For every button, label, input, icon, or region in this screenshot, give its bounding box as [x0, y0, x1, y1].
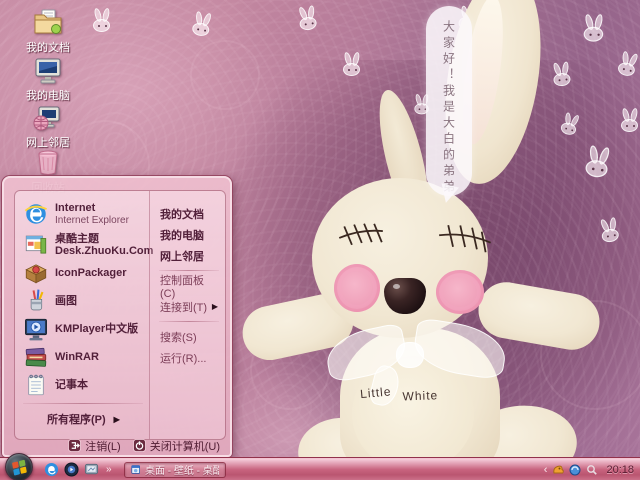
bunny-cheek-right [436, 270, 484, 314]
windows-flag-icon [11, 459, 28, 476]
bunny-motif-icon [598, 216, 622, 245]
bunny-name-second: White [401, 388, 439, 404]
menu-item-title: KMPlayer中文版 [55, 322, 139, 335]
menu-item-label: 连接到(T) [160, 301, 208, 314]
menu-item-paint[interactable]: 画图 [21, 287, 145, 315]
quick-launch-show-desktop-icon[interactable] [84, 462, 99, 477]
internet-explorer-icon [24, 204, 47, 224]
window-button-icon [130, 465, 140, 474]
menu-item-label: 控制面板(C) [160, 274, 204, 300]
tray-gray-app-icon[interactable] [586, 464, 598, 476]
menu-item-winrar[interactable]: WinRAR [21, 343, 145, 371]
tray-blue-app-icon[interactable] [569, 464, 581, 476]
turn-off-computer-button[interactable]: 关闭计算机(U) [132, 438, 220, 454]
menu-item-control-panel[interactable]: 控制面板(C) [157, 275, 221, 300]
tray-collapse-chevron-icon[interactable]: ‹ [544, 464, 548, 476]
tray-orange-app-icon[interactable] [552, 464, 565, 476]
taskbar-window-button[interactable]: 桌面 - 壁纸 - 桌酷... [123, 461, 226, 478]
menu-item-title: Internet [55, 201, 96, 214]
menu-item-label: 我的电脑 [160, 229, 204, 242]
window-button-label: 桌面 - 壁纸 - 桌酷... [144, 466, 219, 477]
bunny-name-first: Little [359, 384, 392, 402]
log-off-button[interactable]: 注销(L) [68, 438, 121, 454]
log-off-icon [68, 439, 82, 452]
bunny-motif-icon [92, 7, 112, 34]
speech-bubble-text: 大家好！我是大白的弟弟 [441, 20, 456, 196]
taskbar-clock: 20:18 [606, 463, 634, 476]
menu-item-title: 桌酷主题Desk.ZhuoKu.Com [55, 232, 154, 257]
menu-item-internet[interactable]: Internet Internet Explorer [21, 197, 145, 231]
menu-item-title: IconPackager [55, 266, 127, 279]
menu-item-title: WinRAR [55, 350, 99, 363]
quick-launch-bar: » [44, 462, 112, 477]
desktop-icon-label: 我的文档 [26, 42, 70, 54]
start-menu-footer: 注销(L) 关闭计算机(U) [4, 436, 230, 455]
menu-item-my-documents[interactable]: 我的文档 [157, 203, 221, 224]
start-button[interactable] [5, 453, 33, 480]
bunny-head [312, 178, 488, 338]
menu-item-title: 记事本 [55, 378, 88, 391]
menu-item-subtitle: Internet Explorer [55, 215, 129, 226]
system-tray: ‹ 20:18 [544, 464, 640, 476]
desktop-icon-network-places[interactable]: 网上邻居 [10, 101, 86, 151]
start-menu: Internet Internet Explorer 桌酷主题Desk.Zhuo… [2, 176, 232, 457]
menu-item-network-places[interactable]: 网上邻居 [157, 245, 221, 266]
menu-item-label: 网上邻居 [160, 250, 204, 263]
all-programs-button[interactable]: 所有程序(P) ▶ [21, 408, 145, 430]
desktop-icon-my-documents[interactable]: 我的文档 [10, 6, 86, 56]
taskbar: » 桌面 - 壁纸 - 桌酷... ‹ 20: [0, 453, 640, 480]
my-documents-folder-icon [34, 9, 62, 34]
menu-item-label: 我的文档 [160, 208, 204, 221]
turn-off-label: 关闭计算机(U) [149, 440, 220, 453]
bunny-motif-icon [620, 107, 640, 134]
menu-item-search[interactable]: 搜索(S) [157, 326, 221, 347]
menu-item-my-computer[interactable]: 我的电脑 [157, 224, 221, 245]
bunny-motif-icon [296, 5, 319, 34]
menu-item-run[interactable]: 运行(R)... [157, 347, 221, 368]
recycle-bin-icon [38, 150, 58, 175]
speech-bubble: 大家好！我是大白的弟弟 [426, 6, 472, 196]
desktop-icon-my-computer[interactable]: 我的电脑 [10, 54, 86, 104]
all-programs-label: 所有程序(P) [47, 414, 106, 426]
menu-separator [159, 321, 219, 322]
menu-item-iconpackager[interactable]: IconPackager [21, 259, 145, 287]
my-computer-monitor-icon [35, 58, 61, 84]
quick-launch-more-chevron-icon[interactable]: » [106, 464, 112, 475]
start-menu-programs-column: Internet Internet Explorer 桌酷主题Desk.Zhuo… [15, 191, 153, 439]
submenu-arrow-icon: ▶ [113, 414, 120, 424]
bunny-eye-left-stitch [338, 223, 383, 246]
menu-separator [23, 403, 143, 404]
bunny-eye-right-stitch [439, 224, 492, 253]
menu-item-label: 运行(R)... [160, 352, 207, 365]
menu-item-notepad[interactable]: 记事本 [21, 371, 145, 399]
swirl-ring [190, 40, 260, 110]
desktop-screen: Little White 大家好！我是大白的弟弟 我的文档 我的电脑 网上邻居 … [0, 0, 640, 480]
kmplayer-monitor-icon [25, 318, 47, 341]
menu-item-kmplayer[interactable]: KMPlayer中文版 [21, 315, 145, 343]
bunny-cheek-left [334, 264, 380, 312]
quick-launch-media-player-icon[interactable] [64, 462, 79, 477]
menu-item-title: 画图 [55, 294, 77, 307]
paint-cup-icon [30, 289, 44, 311]
start-menu-panel: Internet Internet Explorer 桌酷主题Desk.Zhuo… [14, 190, 226, 440]
network-places-icon [33, 106, 60, 131]
submenu-arrow-icon: ▶ [211, 302, 218, 311]
iconpackager-box-icon [25, 264, 47, 284]
menu-item-label: 搜索(S) [160, 331, 197, 344]
notepad-icon [28, 374, 44, 396]
log-off-label: 注销(L) [85, 440, 121, 453]
bunny-motif-icon [583, 13, 606, 44]
winrar-books-icon [25, 347, 47, 367]
bow-knot [396, 342, 424, 368]
bunny-motif-icon [551, 61, 574, 89]
zhuoku-theme-icon [25, 235, 47, 254]
menu-item-zhuoku-theme[interactable]: 桌酷主题Desk.ZhuoKu.Com [21, 231, 153, 259]
bunny-motif-icon [583, 144, 613, 181]
quick-launch-ie-icon[interactable] [44, 462, 59, 477]
shutdown-power-icon [132, 439, 146, 452]
bunny-motif-icon [342, 51, 362, 78]
start-menu-places-column: 我的文档 我的电脑 网上邻居 控制面板(C) 连接到(T) ▶ 搜索(S) 运行… [149, 191, 225, 439]
